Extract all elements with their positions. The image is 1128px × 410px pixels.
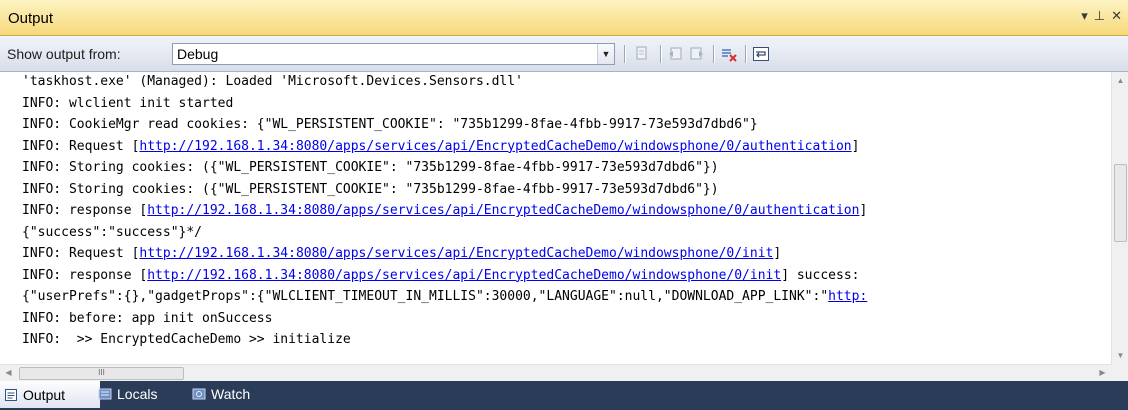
- tab-watch-label: Watch: [211, 386, 251, 402]
- output-line-suffix: ]: [773, 246, 782, 261]
- vertical-scrollbar[interactable]: ▲ ▼: [1111, 72, 1128, 364]
- output-window: Output ▾ ⊥ ✕ Show output from: Debug ▼ '…: [0, 0, 1128, 410]
- output-line: INFO: response [http://192.168.1.34:8080…: [22, 267, 859, 285]
- output-text-area[interactable]: 'taskhost.exe' (Managed): Loaded 'Micros…: [0, 72, 1111, 364]
- window-controls: ▾ ⊥ ✕: [1081, 8, 1122, 24]
- output-line-suffix: ]: [851, 138, 860, 154]
- scroll-down-icon[interactable]: ▼: [1112, 347, 1128, 364]
- output-source-select[interactable]: Debug ▼: [172, 43, 615, 65]
- title-bar: Output ▾ ⊥ ✕: [0, 0, 1128, 36]
- output-line-text: INFO: CookieMgr read cookies: {"WL_PERSI…: [22, 117, 758, 132]
- show-output-from-label: Show output from:: [7, 46, 121, 62]
- output-line-suffix: ] success:: [781, 267, 860, 283]
- find-message-in-code-icon[interactable]: [633, 45, 651, 63]
- output-source-value: Debug: [177, 46, 219, 62]
- output-line-text: INFO: response [: [22, 203, 148, 218]
- tab-watch[interactable]: Watch: [188, 381, 288, 407]
- previous-message-icon[interactable]: [666, 45, 684, 63]
- output-line-text: {"userPrefs":{},"gadgetProps":{"WLCLIENT…: [22, 289, 829, 304]
- output-line: INFO: Request [http://192.168.1.34:8080/…: [22, 245, 781, 263]
- output-line-text: INFO: Request [: [22, 138, 140, 154]
- tab-locals[interactable]: Locals: [94, 381, 194, 407]
- window-title: Output: [8, 10, 54, 27]
- output-line: {"success":"success"}*/: [22, 224, 202, 242]
- auto-hide-pin-icon[interactable]: ⊥: [1094, 8, 1105, 24]
- output-line: INFO: Storing cookies: ({"WL_PERSISTENT_…: [22, 181, 719, 199]
- scrollbar-corner: [1111, 364, 1128, 381]
- output-line-text: {"success":"success"}*/: [22, 224, 203, 240]
- output-line: {"userPrefs":{},"gadgetProps":{"WLCLIENT…: [22, 288, 867, 306]
- tab-locals-label: Locals: [117, 386, 158, 402]
- output-line: INFO: Request [http://192.168.1.34:8080/…: [22, 138, 859, 156]
- window-position-dropdown-icon[interactable]: ▾: [1081, 8, 1088, 24]
- scroll-left-icon[interactable]: ◀: [0, 365, 17, 382]
- output-line: INFO: before: app init onSuccess: [22, 310, 272, 328]
- output-line-text: INFO: Request [: [22, 246, 140, 261]
- output-toolbar: Show output from: Debug ▼: [0, 36, 1128, 72]
- output-line-link[interactable]: http:: [828, 289, 867, 304]
- output-line-text: INFO: Storing cookies: ({"WL_PERSISTENT_…: [22, 160, 719, 175]
- output-line-text: 'taskhost.exe' (Managed): Loaded 'Micros…: [22, 74, 523, 89]
- tab-output-label: Output: [23, 386, 66, 403]
- output-line-text: INFO: response [: [22, 267, 148, 283]
- scroll-right-icon[interactable]: ▶: [1094, 365, 1111, 382]
- output-line-link[interactable]: http://192.168.1.34:8080/apps/services/a…: [139, 139, 851, 154]
- output-line: INFO: >> EncryptedCacheDemo >> initializ…: [22, 331, 351, 349]
- toolbar-separator: [713, 45, 714, 63]
- watch-window-icon: [192, 387, 206, 401]
- output-line: INFO: Storing cookies: ({"WL_PERSISTENT_…: [22, 159, 719, 177]
- output-line-link[interactable]: http://192.168.1.34:8080/apps/services/a…: [139, 246, 773, 261]
- output-line: INFO: wlclient init started: [22, 95, 233, 113]
- toolbar-separator: [624, 45, 625, 63]
- tab-output[interactable]: Output: [0, 381, 100, 408]
- locals-window-icon: [98, 387, 112, 401]
- horizontal-scrollbar[interactable]: ◀ III ▶: [0, 364, 1111, 381]
- output-line: INFO: response [http://192.168.1.34:8080…: [22, 202, 867, 220]
- output-line-suffix: ]: [859, 203, 868, 218]
- close-icon[interactable]: ✕: [1111, 8, 1122, 24]
- clear-all-icon[interactable]: [720, 45, 738, 63]
- output-line-link[interactable]: http://192.168.1.34:8080/apps/services/a…: [147, 203, 859, 218]
- toggle-word-wrap-icon[interactable]: [752, 45, 770, 63]
- output-window-icon: [4, 388, 18, 402]
- toolbar-separator: [745, 45, 746, 63]
- output-line-text: INFO: wlclient init started: [22, 95, 234, 111]
- output-line-link[interactable]: http://192.168.1.34:8080/apps/services/a…: [147, 268, 781, 283]
- next-message-icon[interactable]: [688, 45, 706, 63]
- chevron-down-icon[interactable]: ▼: [597, 44, 614, 64]
- output-line-text: INFO: >> EncryptedCacheDemo >> initializ…: [22, 332, 351, 347]
- output-line: 'taskhost.exe' (Managed): Loaded 'Micros…: [22, 73, 523, 91]
- vertical-scroll-thumb[interactable]: [1114, 164, 1127, 242]
- output-line-text: INFO: before: app init onSuccess: [22, 310, 273, 326]
- tool-window-tab-bar: Output Locals Watch: [0, 381, 1128, 410]
- toolbar-separator: [660, 45, 661, 63]
- output-line: INFO: CookieMgr read cookies: {"WL_PERSI…: [22, 116, 758, 134]
- output-line-text: INFO: Storing cookies: ({"WL_PERSISTENT_…: [22, 181, 719, 197]
- scroll-up-icon[interactable]: ▲: [1112, 72, 1128, 89]
- horizontal-scroll-thumb[interactable]: III: [19, 367, 184, 380]
